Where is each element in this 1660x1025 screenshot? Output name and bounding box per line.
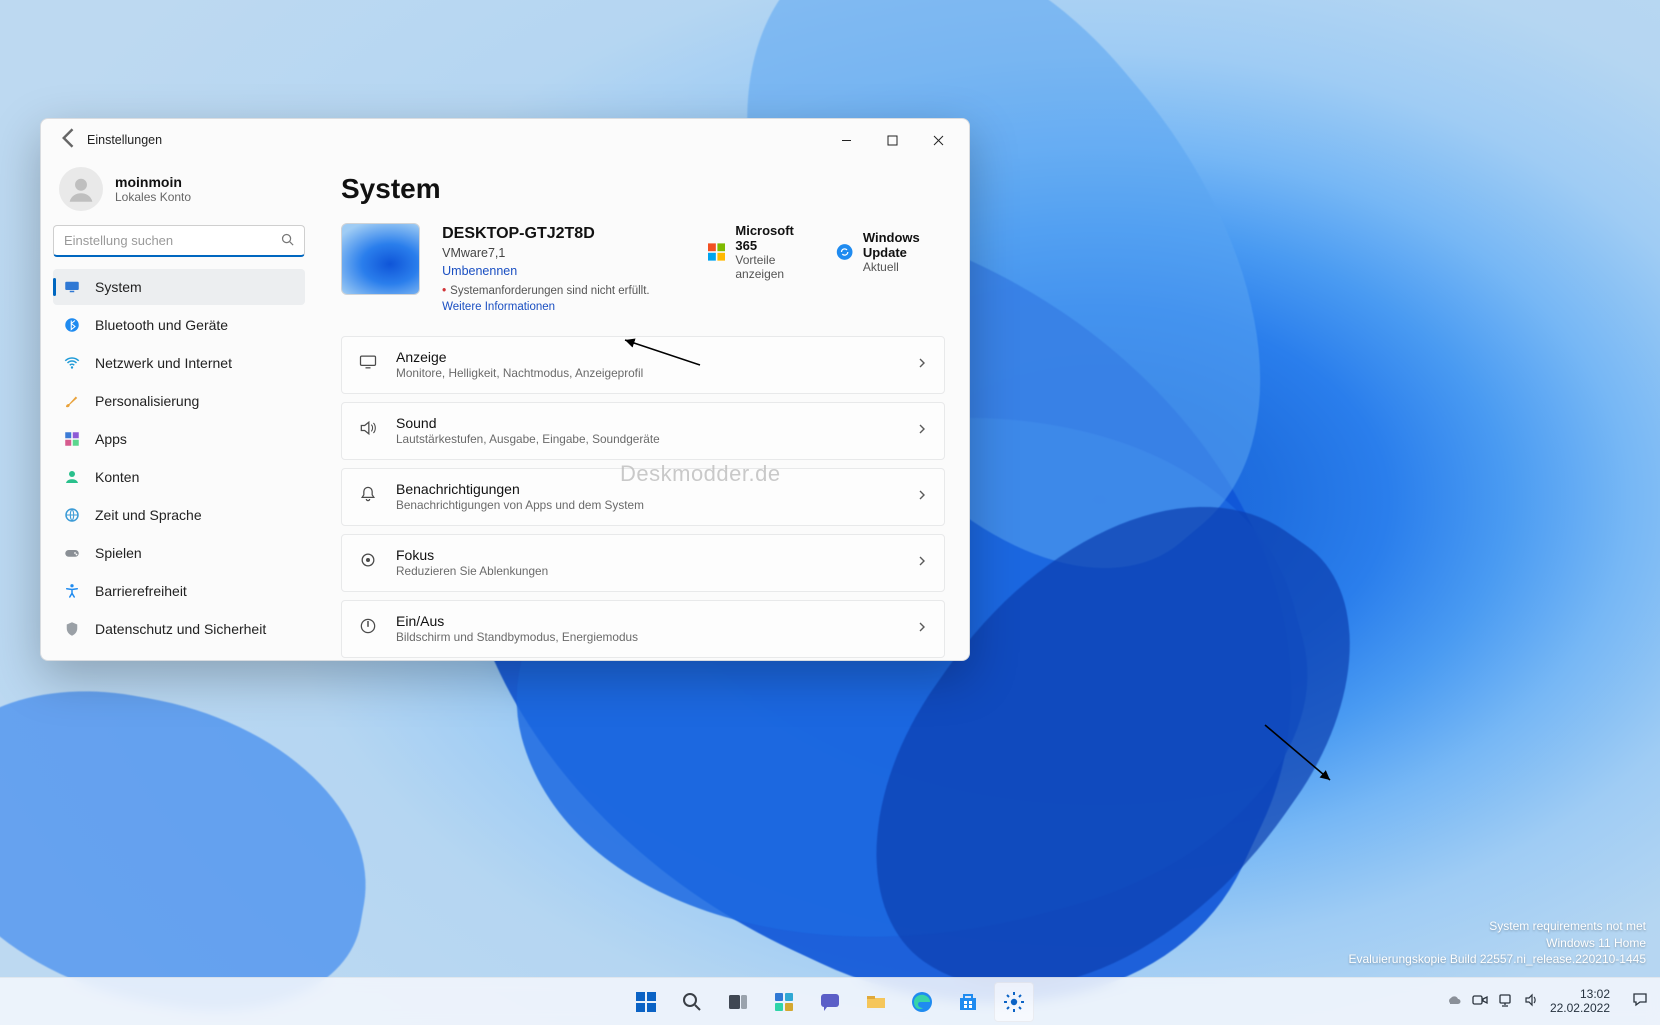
avatar-icon — [59, 167, 103, 211]
taskbar-center — [626, 982, 1034, 1022]
microsoft-logo-icon — [708, 241, 725, 263]
nav-bluetooth[interactable]: Bluetooth und Geräte — [53, 307, 305, 343]
annotation-arrow-2 — [1260, 720, 1340, 790]
nav: System Bluetooth und Geräte Netzwerk und… — [53, 269, 305, 660]
user-type: Lokales Konto — [115, 190, 191, 204]
power-icon — [358, 616, 378, 641]
nav-accounts[interactable]: Konten — [53, 459, 305, 495]
nav-windows-update[interactable]: Windows Update — [53, 649, 305, 660]
nav-time-language[interactable]: Zeit und Sprache — [53, 497, 305, 533]
refresh-icon — [63, 658, 81, 660]
update-icon — [836, 241, 853, 263]
row-focus[interactable]: FokusReduzieren Sie Ablenkungen — [341, 534, 945, 592]
taskbar-right: 13:02 22.02.2022 — [1436, 978, 1654, 1025]
settings-window: Einstellungen moinmoin Lokales Konto — [40, 118, 970, 661]
nav-label: Barrierefreiheit — [95, 583, 187, 599]
window-title: Einstellungen — [87, 133, 162, 147]
notifications-button[interactable] — [1626, 991, 1654, 1012]
nav-label: Windows Update — [95, 659, 201, 660]
focus-icon — [358, 550, 378, 575]
content[interactable]: System DESKTOP-GTJ2T8D VMware7,1 Umbenen… — [317, 161, 969, 660]
windows-update-card[interactable]: Windows UpdateAktuell — [836, 230, 945, 274]
pc-thumbnail — [341, 223, 420, 295]
gamepad-icon — [63, 544, 81, 562]
taskview-button[interactable] — [718, 982, 758, 1022]
store-button[interactable] — [948, 982, 988, 1022]
search-icon — [280, 232, 295, 252]
desktop-watermark: System requirements not met Windows 11 H… — [1348, 918, 1646, 967]
minimize-button[interactable] — [823, 119, 869, 161]
row-display[interactable]: AnzeigeMonitore, Helligkeit, Nachtmodus,… — [341, 336, 945, 394]
close-button[interactable] — [915, 119, 961, 161]
ms365-card[interactable]: Microsoft 365Vorteile anzeigen — [708, 223, 807, 281]
nav-label: Apps — [95, 431, 127, 447]
nav-apps[interactable]: Apps — [53, 421, 305, 457]
meet-now-icon[interactable] — [1472, 992, 1488, 1011]
bluetooth-icon — [63, 316, 81, 334]
chevron-right-icon — [916, 620, 928, 638]
nav-label: Bluetooth und Geräte — [95, 317, 228, 333]
sound-icon — [358, 418, 378, 443]
search-input[interactable] — [53, 225, 305, 257]
nav-label: Personalisierung — [95, 393, 199, 409]
chevron-right-icon — [916, 554, 928, 572]
display-icon — [358, 352, 378, 377]
brush-icon — [63, 392, 81, 410]
nav-label: Netzwerk und Internet — [95, 355, 232, 371]
settings-taskbar-button[interactable] — [994, 982, 1034, 1022]
bell-icon — [358, 484, 378, 509]
search-button[interactable] — [672, 982, 712, 1022]
page-title: System — [341, 173, 945, 205]
more-info-link[interactable]: Weitere Informationen — [442, 301, 555, 313]
accessibility-icon — [63, 582, 81, 600]
onedrive-icon[interactable] — [1446, 992, 1462, 1011]
chat-button[interactable] — [810, 982, 850, 1022]
nav-privacy[interactable]: Datenschutz und Sicherheit — [53, 611, 305, 647]
system-requirements-warning: •Systemanforderungen sind nicht erfüllt.… — [442, 283, 686, 315]
sidebar: moinmoin Lokales Konto System Bluetooth … — [41, 161, 317, 660]
clock[interactable]: 13:02 22.02.2022 — [1550, 988, 1610, 1016]
chevron-right-icon — [916, 488, 928, 506]
user-name: moinmoin — [115, 174, 191, 190]
pc-name: DESKTOP-GTJ2T8D — [442, 223, 686, 245]
pc-model: VMware7,1 — [442, 245, 686, 263]
person-icon — [63, 468, 81, 486]
settings-rows: AnzeigeMonitore, Helligkeit, Nachtmodus,… — [341, 336, 945, 660]
chevron-right-icon — [916, 422, 928, 440]
taskbar: 13:02 22.02.2022 — [0, 977, 1660, 1025]
nav-network[interactable]: Netzwerk und Internet — [53, 345, 305, 381]
rename-link[interactable]: Umbenennen — [442, 263, 686, 281]
nav-label: Datenschutz und Sicherheit — [95, 621, 266, 637]
row-sound[interactable]: SoundLautstärkestufen, Ausgabe, Eingabe,… — [341, 402, 945, 460]
network-tray-icon[interactable] — [1498, 992, 1514, 1011]
row-notifications[interactable]: BenachrichtigungenBenachrichtigungen von… — [341, 468, 945, 526]
edge-button[interactable] — [902, 982, 942, 1022]
monitor-icon — [63, 278, 81, 296]
maximize-button[interactable] — [869, 119, 915, 161]
row-power[interactable]: Ein/AusBildschirm und Standbymodus, Ener… — [341, 600, 945, 658]
nav-label: Zeit und Sprache — [95, 507, 202, 523]
nav-accessibility[interactable]: Barrierefreiheit — [53, 573, 305, 609]
globe-icon — [63, 506, 81, 524]
volume-tray-icon[interactable] — [1524, 992, 1540, 1011]
chevron-right-icon — [916, 356, 928, 374]
nav-label: Konten — [95, 469, 139, 485]
explorer-button[interactable] — [856, 982, 896, 1022]
nav-label: Spielen — [95, 545, 142, 561]
back-button[interactable] — [55, 124, 83, 157]
wifi-icon — [63, 354, 81, 372]
nav-gaming[interactable]: Spielen — [53, 535, 305, 571]
pc-header: DESKTOP-GTJ2T8D VMware7,1 Umbenennen •Sy… — [341, 223, 945, 316]
shield-icon — [63, 620, 81, 638]
widgets-button[interactable] — [764, 982, 804, 1022]
user-block[interactable]: moinmoin Lokales Konto — [53, 165, 305, 225]
apps-icon — [63, 430, 81, 448]
start-button[interactable] — [626, 982, 666, 1022]
nav-label: System — [95, 279, 142, 295]
nav-personalization[interactable]: Personalisierung — [53, 383, 305, 419]
nav-system[interactable]: System — [53, 269, 305, 305]
titlebar: Einstellungen — [41, 119, 969, 161]
search-wrap — [53, 225, 305, 269]
